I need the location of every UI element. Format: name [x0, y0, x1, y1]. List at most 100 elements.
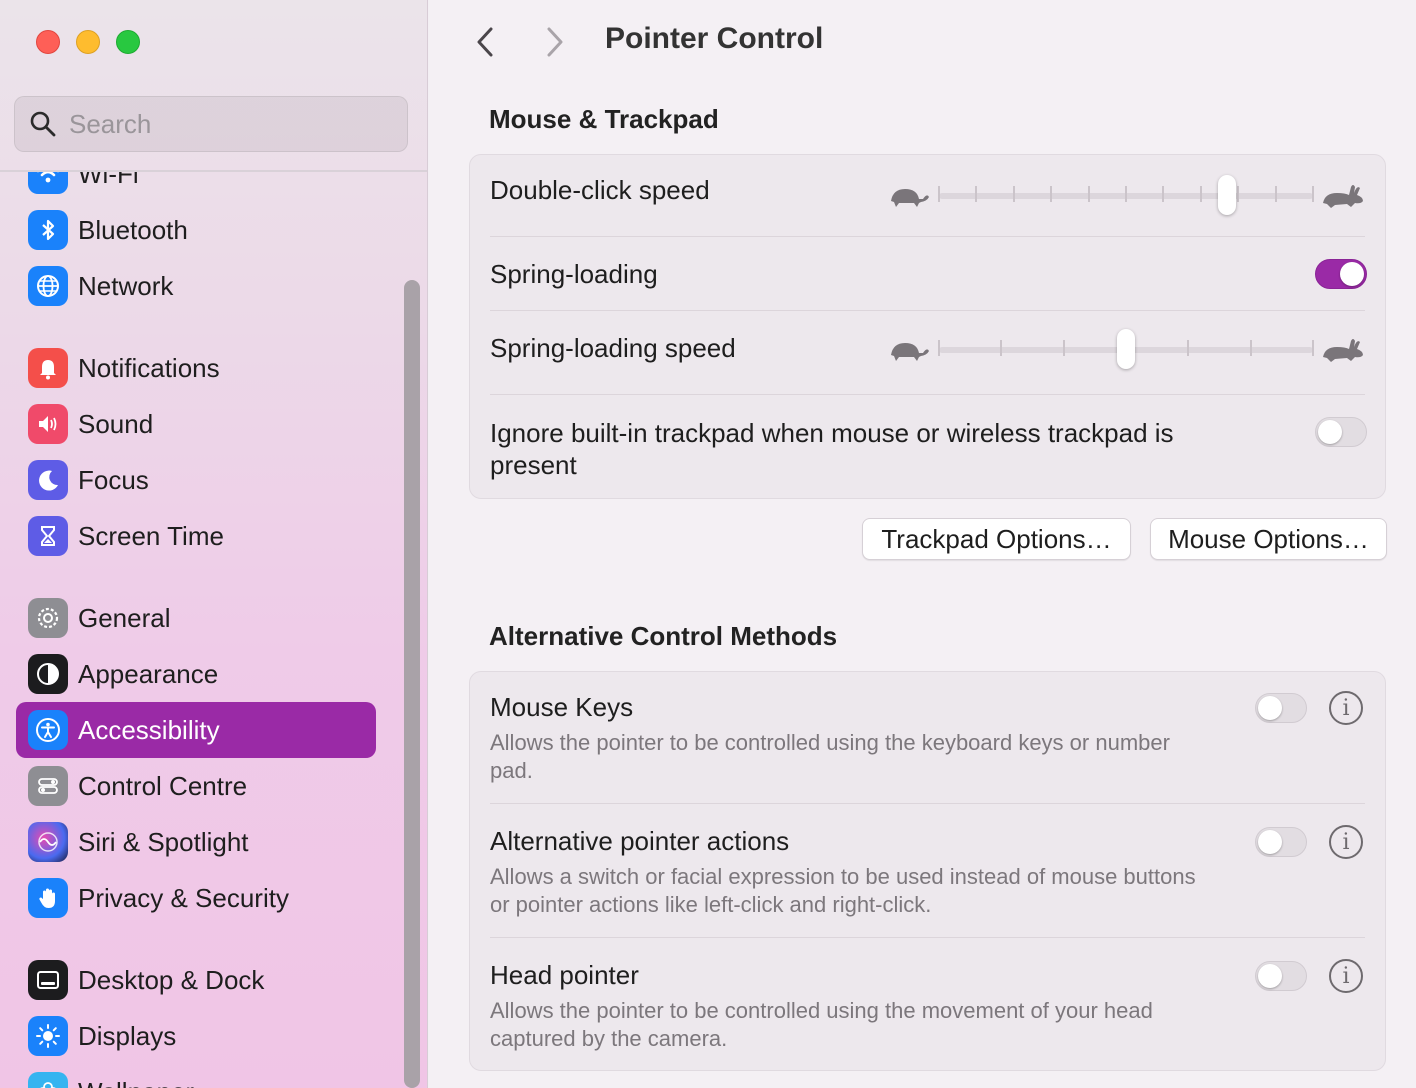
minimize-window-button[interactable] — [76, 30, 100, 54]
slider-tick — [1087, 186, 1090, 202]
row-divider — [490, 937, 1365, 938]
appearance-icon — [28, 654, 68, 694]
moon-icon — [28, 460, 68, 500]
toggle-knob — [1258, 964, 1282, 988]
sidebar-item-focus[interactable]: Focus — [16, 452, 376, 508]
main-content: Pointer Control Mouse & Trackpad Double-… — [429, 0, 1416, 1088]
sidebar-item-notifications[interactable]: Notifications — [16, 340, 376, 396]
alternative-methods-card: Mouse Keys Allows the pointer to be cont… — [469, 671, 1386, 1071]
sidebar-item-label: Wi-Fi — [78, 172, 139, 189]
slider-thumb[interactable] — [1117, 329, 1135, 369]
spring-loading-row: Spring-loading — [490, 259, 1365, 290]
section-heading-alternative: Alternative Control Methods — [489, 621, 838, 651]
close-window-button[interactable] — [36, 30, 60, 54]
search-icon — [30, 111, 56, 137]
sidebar-item-control-centre[interactable]: Control Centre — [16, 758, 376, 814]
zoom-window-button[interactable] — [116, 30, 140, 54]
spring-loading-toggle[interactable] — [1315, 259, 1367, 289]
flower-icon — [28, 1072, 68, 1088]
hare-icon — [1323, 185, 1363, 208]
mouse-keys-toggle[interactable] — [1255, 693, 1307, 723]
slider-tick — [1249, 340, 1252, 356]
slider-tick — [1050, 186, 1053, 202]
sidebar-item-label: Screen Time — [78, 520, 224, 551]
alt-pointer-description: Allows a switch or facial expression to … — [490, 864, 1196, 917]
sidebar-item-siri-spotlight[interactable]: Siri & Spotlight — [16, 814, 376, 870]
row-divider — [490, 803, 1365, 804]
mouse-keys-description: Allows the pointer to be controlled usin… — [490, 730, 1170, 783]
sidebar-item-label: Notifications — [78, 352, 220, 383]
row-divider — [490, 236, 1365, 237]
sidebar-item-wallpaper[interactable]: Wallpaper — [16, 1064, 376, 1088]
alt-pointer-row: Alternative pointer actions Allows a swi… — [490, 826, 1210, 919]
head-pointer-toggle[interactable] — [1255, 961, 1307, 991]
sidebar-item-appearance[interactable]: Appearance — [16, 646, 376, 702]
sidebar-item-label: Appearance — [78, 658, 219, 689]
hand-icon — [28, 878, 68, 918]
section-heading-mouse-trackpad: Mouse & Trackpad — [489, 104, 719, 134]
bluetooth-icon — [28, 210, 68, 250]
chevron-right-icon — [547, 27, 563, 57]
head-pointer-row: Head pointer Allows the pointer to be co… — [490, 960, 1230, 1053]
toggle-knob — [1258, 696, 1282, 720]
slider-tick — [1162, 186, 1165, 202]
head-pointer-label: Head pointer — [490, 960, 639, 990]
info-icon: i — [1342, 829, 1350, 855]
hare-icon — [1323, 339, 1363, 362]
slider-tick — [938, 340, 940, 356]
slider-tick — [938, 186, 940, 202]
sidebar-item-screen-time[interactable]: Screen Time — [16, 508, 376, 564]
slider-tick — [1062, 340, 1065, 356]
turtle-icon — [891, 189, 929, 207]
sidebar-item-label: Sound — [78, 408, 154, 439]
page-title: Pointer Control — [605, 22, 824, 55]
wifi-icon — [28, 172, 68, 194]
sidebar-item-sound[interactable]: Sound — [16, 396, 376, 452]
spring-loading-speed-slider[interactable] — [887, 327, 1365, 371]
mouse-keys-info-button[interactable]: i — [1329, 691, 1363, 725]
ignore-trackpad-row: Ignore built-in trackpad when mouse or w… — [490, 417, 1210, 481]
sidebar-item-label: Wallpaper — [78, 1077, 194, 1088]
row-divider — [490, 394, 1365, 395]
slider-tick — [1187, 340, 1190, 356]
sidebar-item-label: Accessibility — [78, 714, 220, 745]
slider-thumb[interactable] — [1217, 175, 1236, 215]
dock-icon — [28, 960, 68, 1000]
sidebar-item-wifi[interactable]: Wi-Fi — [16, 172, 376, 202]
toggle-knob — [1258, 830, 1282, 854]
sidebar-item-accessibility[interactable]: Accessibility — [16, 702, 376, 758]
sidebar-item-label: Displays — [78, 1020, 177, 1051]
turtle-icon — [891, 343, 929, 361]
sidebar-item-label: Privacy & Security — [78, 882, 289, 913]
sidebar-item-bluetooth[interactable]: Bluetooth — [16, 202, 376, 258]
info-icon: i — [1342, 695, 1350, 721]
sidebar-item-displays[interactable]: Displays — [16, 1008, 376, 1064]
forward-button[interactable] — [537, 22, 573, 62]
slider-tick — [1312, 340, 1314, 356]
search-field[interactable] — [14, 96, 408, 152]
back-button[interactable] — [467, 22, 503, 62]
sidebar-item-label: Siri & Spotlight — [78, 826, 249, 857]
mouse-keys-label: Mouse Keys — [490, 692, 634, 722]
mouse-options-button[interactable]: Mouse Options… — [1150, 518, 1387, 560]
alt-pointer-label: Alternative pointer actions — [490, 826, 790, 856]
double-click-speed-slider[interactable] — [887, 173, 1365, 217]
search-input[interactable] — [69, 108, 389, 140]
window-controls — [36, 30, 140, 54]
sidebar-item-desktop-dock[interactable]: Desktop & Dock — [16, 952, 376, 1008]
control-centre-icon — [28, 766, 68, 806]
sidebar-item-network[interactable]: Network — [16, 258, 376, 314]
alt-pointer-toggle[interactable] — [1255, 827, 1307, 857]
slider-tick — [1274, 186, 1277, 202]
slider-tick — [1125, 186, 1127, 202]
head-pointer-info-button[interactable]: i — [1329, 959, 1363, 993]
toggle-knob — [1340, 262, 1364, 286]
sidebar-item-general[interactable]: General — [16, 590, 376, 646]
ignore-trackpad-toggle[interactable] — [1315, 417, 1367, 447]
slider-tick — [1012, 186, 1015, 202]
sidebar-scrollbar[interactable] — [404, 280, 420, 1088]
sidebar-item-label: Control Centre — [78, 770, 248, 801]
alt-pointer-info-button[interactable]: i — [1329, 825, 1363, 859]
trackpad-options-button[interactable]: Trackpad Options… — [862, 518, 1131, 560]
sidebar-item-privacy-security[interactable]: Privacy & Security — [16, 870, 376, 926]
